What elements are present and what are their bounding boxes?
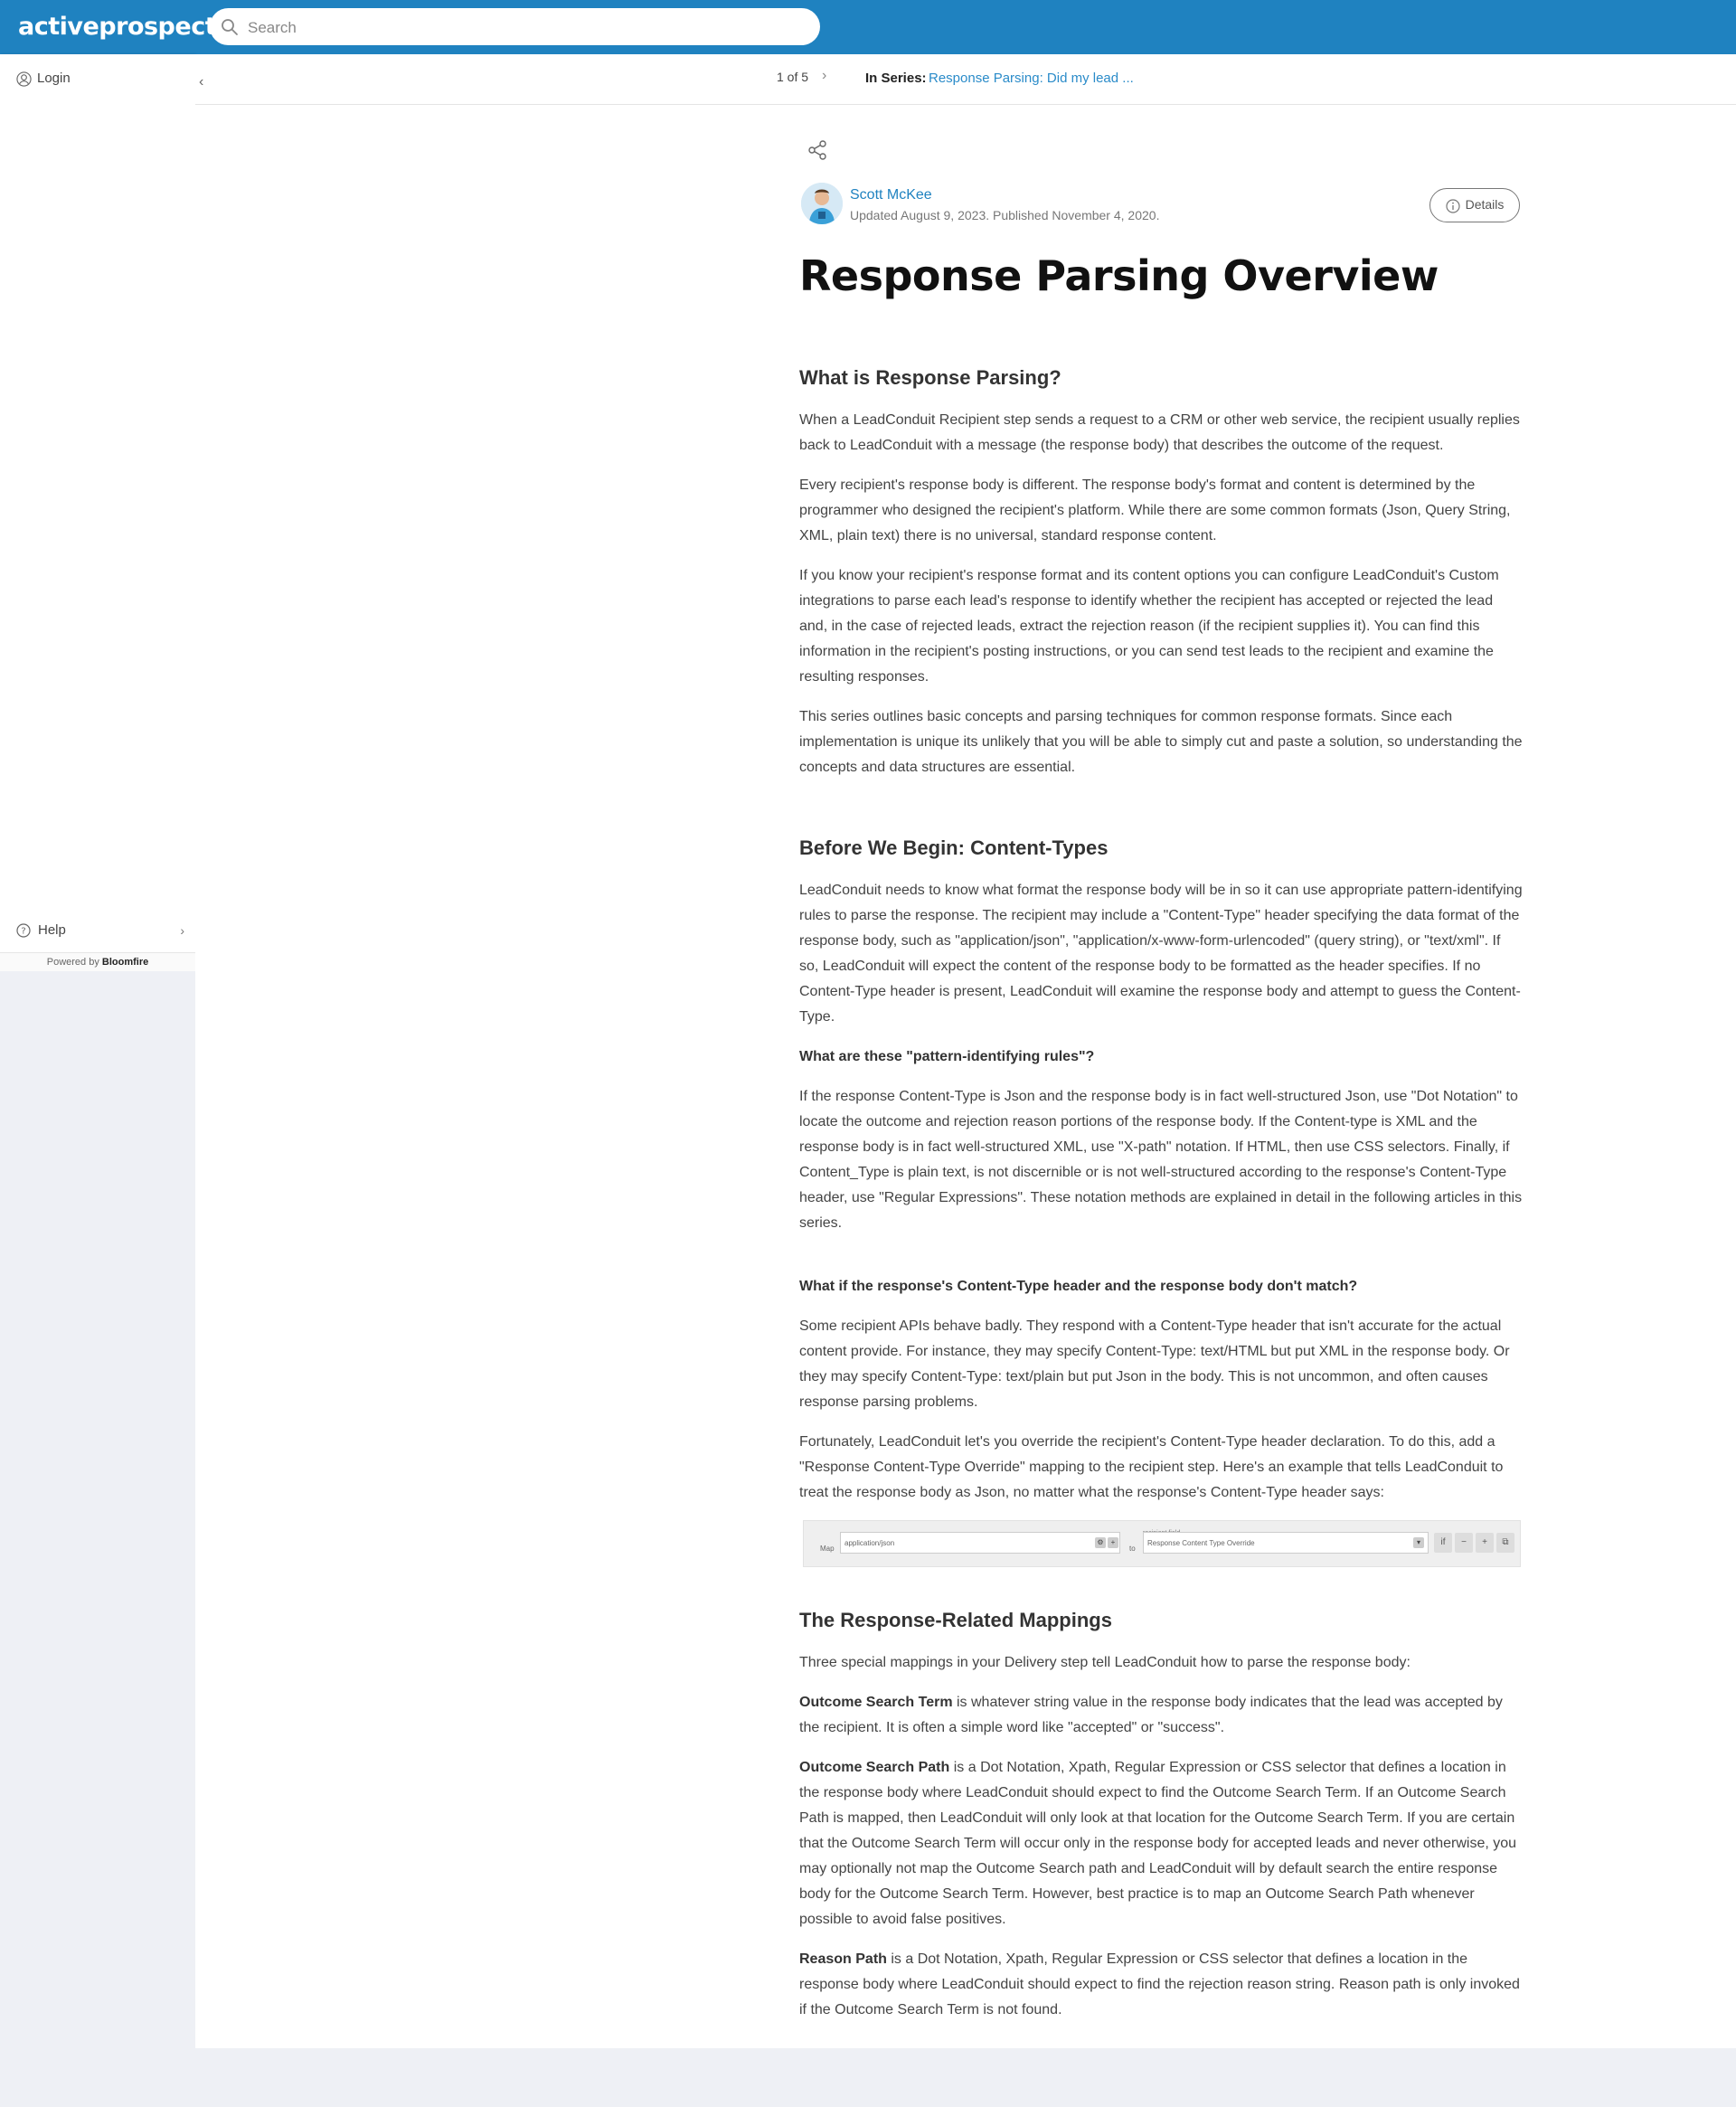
article-body: What is Response Parsing? When a LeadCon…: [799, 364, 1523, 2037]
definition: is a Dot Notation, Xpath, Regular Expres…: [799, 1951, 1520, 2017]
top-bar: activeprospect: [0, 0, 1736, 54]
help-menu[interactable]: ? Help ›: [16, 920, 184, 941]
publish-dates: Updated August 9, 2023. Published Novemb…: [850, 208, 1160, 222]
page-title: Response Parsing Overview: [799, 251, 1439, 300]
paragraph: Some recipient APIs behave badly. They r…: [799, 1318, 1510, 1410]
paragraph: Fortunately, LeadConduit let's you overr…: [799, 1434, 1504, 1500]
definition-paragraph: Outcome Search Term is whatever string v…: [799, 1690, 1523, 1741]
bloomfire-brand: Bloomfire: [101, 957, 149, 968]
activeprospect-logo[interactable]: activeprospect: [18, 11, 217, 43]
plus-button: +: [1476, 1533, 1494, 1553]
series-bar: ‹ 1 of 5 › In Series: Response Parsing: …: [195, 54, 1736, 105]
powered-by[interactable]: Powered by Bloomfire: [0, 952, 195, 971]
paragraph: Every recipient's response body is diffe…: [799, 477, 1511, 543]
question-heading: What if the response's Content-Type head…: [799, 1279, 1358, 1294]
section-heading-mappings: The Response-Related Mappings: [799, 1609, 1112, 1631]
term: Outcome Search Path: [799, 1760, 950, 1775]
collapse-sidebar-icon[interactable]: ‹: [199, 74, 203, 90]
if-button: if: [1434, 1533, 1452, 1553]
paragraph: If the response Content-Type is Json and…: [799, 1089, 1523, 1231]
svg-text:?: ?: [21, 927, 25, 937]
copy-icon: ⧉: [1496, 1533, 1514, 1553]
help-label: Help: [38, 922, 66, 938]
help-icon: ?: [16, 923, 31, 938]
main-content: ‹ 1 of 5 › In Series: Response Parsing: …: [195, 54, 1736, 2048]
gear-icon: ⚙: [1095, 1537, 1106, 1548]
map-label: Map: [820, 1545, 835, 1553]
minus-button: −: [1455, 1533, 1473, 1553]
paragraph: If you know your recipient's response fo…: [799, 568, 1499, 685]
paragraph: When a LeadConduit Recipient step sends …: [799, 412, 1520, 453]
plus-small-icon: +: [1108, 1537, 1118, 1548]
section-heading-what-is: What is Response Parsing?: [799, 366, 1061, 389]
search-icon: [222, 19, 238, 35]
question-heading: What are these "pattern-identifying rule…: [799, 1049, 1095, 1064]
login-link[interactable]: Login: [16, 68, 71, 90]
share-icon[interactable]: [807, 139, 828, 161]
details-label: Details: [1465, 197, 1505, 213]
details-button[interactable]: Details: [1429, 188, 1520, 222]
paragraph: This series outlines basic concepts and …: [799, 709, 1523, 775]
next-article-icon[interactable]: ›: [822, 68, 826, 84]
definition-paragraph: Reason Path is a Dot Notation, Xpath, Re…: [799, 1947, 1523, 2023]
recipient-field: Response Content Type Override: [1143, 1532, 1429, 1554]
term: Reason Path: [799, 1951, 887, 1967]
in-series-label: In Series:: [865, 71, 927, 86]
section-heading-content-types: Before We Begin: Content-Types: [799, 836, 1109, 859]
sidebar: Login ? Help › Powered by Bloomfire: [0, 54, 195, 971]
definition: is a Dot Notation, Xpath, Regular Expres…: [799, 1760, 1517, 1927]
author-name[interactable]: Scott McKee: [850, 187, 932, 203]
avatar[interactable]: [801, 183, 843, 224]
paragraph: LeadConduit needs to know what format th…: [799, 883, 1523, 1025]
definition-paragraph: Outcome Search Path is a Dot Notation, X…: [799, 1755, 1523, 1932]
to-label: to: [1129, 1545, 1136, 1553]
mapping-screenshot: Map application/json ⚙ + to recipient fi…: [803, 1520, 1521, 1567]
search-input[interactable]: [246, 8, 792, 47]
search-box[interactable]: [210, 8, 820, 47]
login-label: Login: [37, 71, 71, 86]
mapping-value-field: application/json: [840, 1532, 1120, 1554]
chevron-down-icon: ▾: [1413, 1537, 1424, 1548]
chevron-right-icon: ›: [180, 923, 184, 938]
powered-prefix: Powered by: [46, 957, 99, 968]
paragraph: Three special mappings in your Delivery …: [799, 1655, 1410, 1670]
info-icon: [1445, 199, 1460, 213]
term: Outcome Search Term: [799, 1695, 953, 1710]
user-icon: [16, 71, 32, 87]
series-link[interactable]: Response Parsing: Did my lead ...: [929, 71, 1134, 86]
series-pager: 1 of 5: [777, 70, 809, 84]
